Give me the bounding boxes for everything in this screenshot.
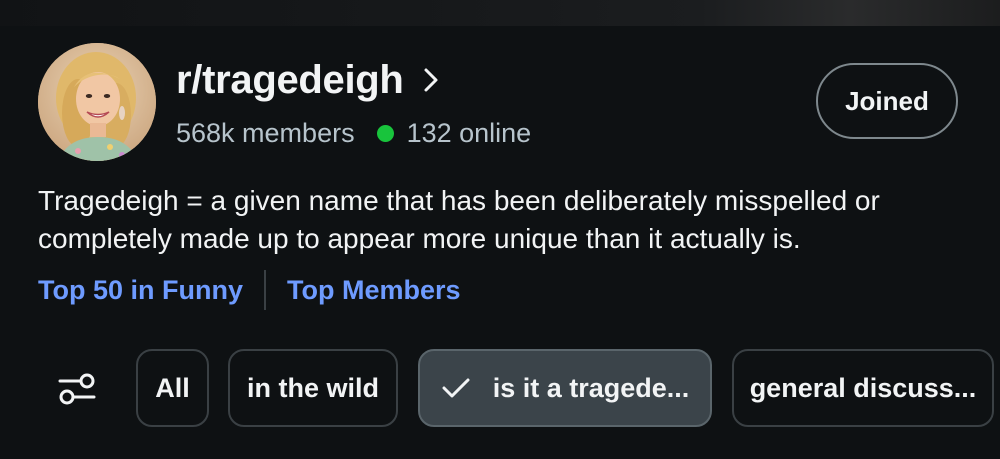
chip-label: in the wild bbox=[247, 372, 379, 403]
top-members-link[interactable]: Top Members bbox=[287, 275, 461, 306]
banner-image bbox=[0, 0, 1000, 26]
flair-chip-general-discussion[interactable]: general discuss... bbox=[732, 349, 994, 427]
subreddit-stats: 568k members 132 online bbox=[176, 116, 531, 150]
subreddit-description: Tragedeigh = a given name that has been … bbox=[38, 185, 880, 254]
flair-chip-in-the-wild[interactable]: in the wild bbox=[228, 349, 398, 427]
community-links: Top 50 in Funny Top Members bbox=[38, 268, 461, 312]
subreddit-header-page: r/tragedeigh 568k members 132 online Joi… bbox=[0, 0, 1000, 459]
sliders-icon[interactable] bbox=[56, 368, 98, 410]
flair-chip-all[interactable]: All bbox=[136, 349, 209, 427]
link-divider bbox=[264, 270, 266, 310]
top-50-in-funny-link[interactable]: Top 50 in Funny bbox=[38, 275, 243, 306]
online-count: 132 online bbox=[406, 118, 532, 148]
chevron-right-icon[interactable] bbox=[420, 65, 442, 95]
member-count: 568k members bbox=[176, 118, 355, 148]
chip-label: All bbox=[155, 372, 190, 403]
subreddit-title-row[interactable]: r/tragedeigh bbox=[176, 56, 442, 104]
joined-button[interactable]: Joined bbox=[816, 63, 958, 139]
subreddit-avatar[interactable] bbox=[38, 43, 156, 161]
avatar-photo-icon bbox=[38, 43, 156, 161]
online-status-icon bbox=[376, 124, 394, 142]
chip-label: general discuss... bbox=[749, 372, 977, 403]
checkmark-icon bbox=[442, 378, 470, 398]
chip-label: is it a tragede... bbox=[492, 372, 690, 403]
flair-chip-is-it-a-tragedeigh[interactable]: is it a tragede... bbox=[418, 349, 712, 427]
subreddit-name[interactable]: r/tragedeigh bbox=[176, 56, 404, 104]
